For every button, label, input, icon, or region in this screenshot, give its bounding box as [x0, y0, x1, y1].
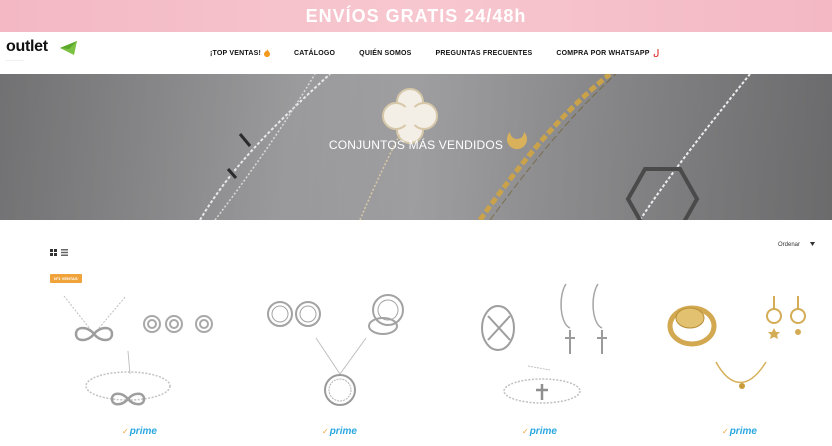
prime-label: prime	[729, 426, 757, 437]
check-icon: ✓	[322, 427, 329, 436]
view-toggle	[50, 243, 68, 261]
product-image[interactable]	[38, 266, 238, 416]
grid-view-icon[interactable]	[50, 243, 57, 261]
check-icon: ✓	[522, 427, 529, 436]
prime-label: prime	[529, 426, 557, 437]
product-grid: Nº1 VENTAS ✓prime ✓prime ✓prime ✓prime	[0, 266, 832, 446]
nav-compra-whatsapp-label: COMPRA POR WHATSAPP	[556, 49, 650, 57]
nav-preguntas-frecuentes[interactable]: PREGUNTAS FRECUENTES	[436, 50, 533, 57]
product-card[interactable]: ✓prime	[638, 266, 832, 446]
product-card[interactable]: Nº1 VENTAS ✓prime	[38, 266, 238, 446]
product-image[interactable]	[638, 266, 832, 416]
product-card[interactable]: ✓prime	[238, 266, 438, 446]
product-image[interactable]	[238, 266, 438, 416]
site-header: outlet ................ ¡TOP VENTAS! CAT…	[0, 32, 832, 74]
nav-quien-somos-label: QUIÉN SOMOS	[359, 49, 412, 57]
shipping-banner: ENVÍOS GRATIS 24/48h	[0, 0, 832, 32]
nav-top-ventas-label: ¡TOP VENTAS!	[210, 49, 262, 57]
check-icon: ✓	[722, 427, 729, 436]
nav-compra-whatsapp[interactable]: COMPRA POR WHATSAPP	[556, 49, 659, 57]
nav-quien-somos[interactable]: QUIÉN SOMOS	[359, 50, 411, 57]
hero-title: CONJUNTOS MÁS VENDIDOS	[328, 138, 504, 152]
hero-banner: CONJUNTOS MÁS VENDIDOS	[0, 74, 832, 220]
sort-dropdown[interactable]: Ordenar	[778, 242, 816, 248]
shipping-banner-text: ENVÍOS GRATIS 24/48h	[305, 5, 527, 26]
list-view-icon[interactable]	[61, 243, 68, 261]
site-logo[interactable]: outlet ................	[6, 38, 86, 68]
prime-label: prime	[329, 426, 357, 437]
chevron-down-icon	[810, 242, 816, 248]
product-image[interactable]	[438, 266, 638, 416]
bestseller-badge: Nº1 VENTAS	[50, 274, 82, 283]
prime-badge: ✓prime	[522, 426, 557, 437]
nav-top-ventas[interactable]: ¡TOP VENTAS!	[210, 49, 271, 57]
prime-label: prime	[129, 426, 157, 437]
main-nav: ¡TOP VENTAS! CATÁLOGO QUIÉN SOMOS PREGUN…	[210, 32, 660, 74]
check-icon: ✓	[122, 427, 129, 436]
nav-preguntas-frecuentes-label: PREGUNTAS FRECUENTES	[435, 49, 533, 57]
product-toolbar: Ordenar	[0, 236, 832, 256]
nav-catalogo[interactable]: CATÁLOGO	[294, 50, 335, 57]
product-card[interactable]: ✓prime	[438, 266, 638, 446]
sort-label: Ordenar	[778, 242, 801, 248]
logo-arrow-icon	[60, 40, 78, 61]
prime-badge: ✓prime	[722, 426, 757, 437]
logo-text: outlet	[6, 38, 48, 55]
logo-tagline: ................	[6, 57, 24, 62]
prime-badge: ✓prime	[322, 426, 357, 437]
fire-icon	[264, 49, 271, 57]
nav-catalogo-label: CATÁLOGO	[294, 49, 336, 57]
prime-badge: ✓prime	[122, 426, 157, 437]
whatsapp-icon	[653, 49, 660, 57]
